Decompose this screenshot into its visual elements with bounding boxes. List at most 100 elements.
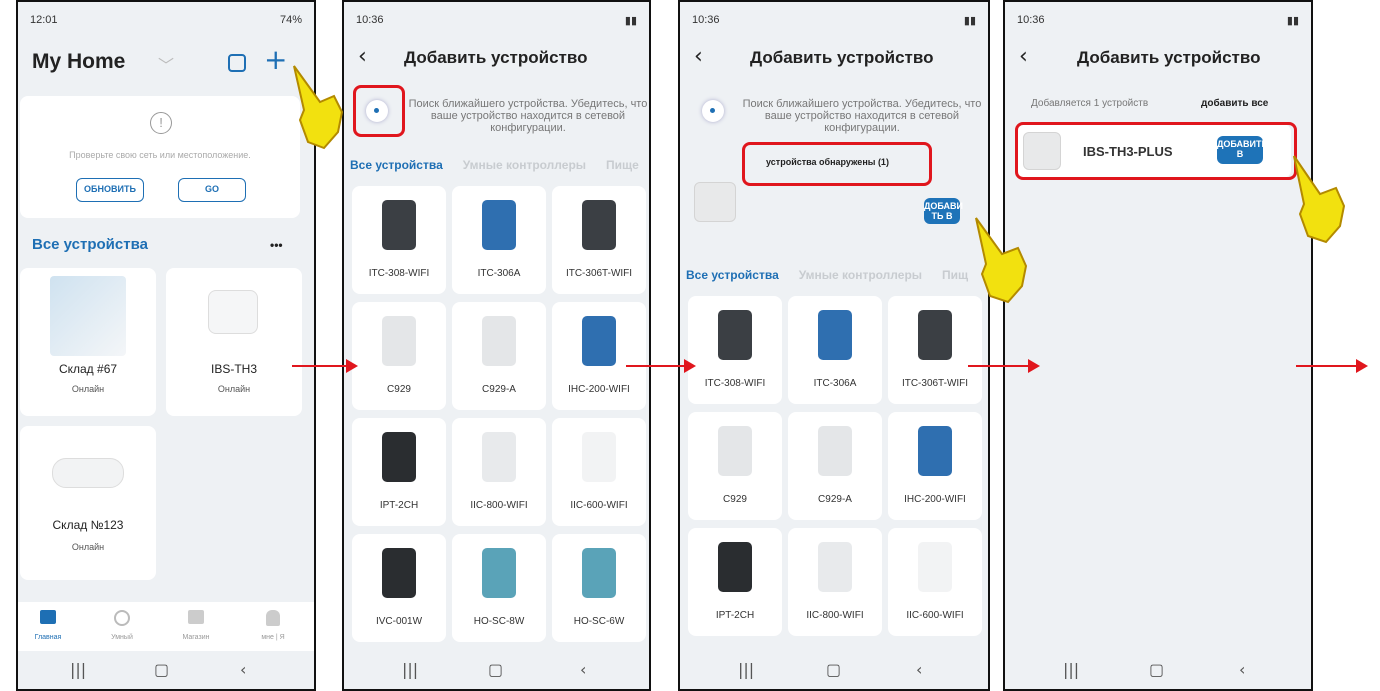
device-tile-label: C929-A bbox=[482, 384, 516, 395]
device-tile[interactable]: ITC-306A bbox=[452, 186, 546, 294]
tab-food[interactable]: Пищ bbox=[942, 268, 968, 282]
device-tile[interactable]: IIC-600-WIFI bbox=[552, 418, 646, 526]
search-hint: Поиск ближайшего устройства. Убедитесь, … bbox=[408, 98, 648, 134]
more-icon[interactable]: ••• bbox=[270, 238, 283, 252]
device-image bbox=[718, 542, 752, 592]
device-tile-label: C929 bbox=[387, 384, 411, 395]
device-tile[interactable]: C929 bbox=[688, 412, 782, 520]
phone-screen-home: 12:01 74% My Home ﹀ + ! Проверьте свою с… bbox=[16, 0, 316, 691]
home-title[interactable]: My Home bbox=[32, 50, 125, 74]
tab-all-devices[interactable]: Все устройства bbox=[350, 158, 443, 172]
highlight-box bbox=[742, 142, 932, 186]
device-tile-label: IIC-600-WIFI bbox=[570, 500, 628, 511]
device-tile-label: ITC-306A bbox=[813, 378, 857, 389]
device-name: IBS-TH3 bbox=[210, 362, 257, 376]
device-image bbox=[382, 316, 416, 366]
device-image bbox=[382, 548, 416, 598]
device-tile[interactable]: ITC-308-WIFI bbox=[352, 186, 446, 294]
status-bar: 12:01 74% bbox=[18, 10, 314, 30]
tab-home[interactable]: Главная bbox=[26, 610, 70, 641]
device-tile-label: IIC-800-WIFI bbox=[470, 500, 528, 511]
add-device-button[interactable]: ДОБАВИ ТЬ В bbox=[924, 198, 963, 224]
back-nav-icon[interactable]: ‹ bbox=[240, 660, 246, 679]
device-image bbox=[918, 310, 952, 360]
recents-icon[interactable]: ||| bbox=[1063, 660, 1079, 679]
recents-icon[interactable]: ||| bbox=[70, 660, 86, 679]
add-all-link[interactable]: добавить все bbox=[1201, 98, 1268, 109]
device-tile[interactable]: IIC-800-WIFI bbox=[452, 418, 546, 526]
device-tile[interactable]: IIC-600-WIFI bbox=[888, 528, 982, 636]
device-tile[interactable]: HO-SC-8W bbox=[452, 534, 546, 642]
tab-smart-controllers[interactable]: Умные контроллеры bbox=[463, 158, 586, 172]
tab-food[interactable]: Пище bbox=[606, 158, 639, 172]
home-nav-icon[interactable]: ▢ bbox=[154, 660, 169, 679]
back-nav-icon[interactable]: ‹ bbox=[916, 660, 922, 679]
device-tile[interactable]: IHC-200-WIFI bbox=[888, 412, 982, 520]
device-tile[interactable]: C929-A bbox=[452, 302, 546, 410]
device-tile[interactable]: IPT-2CH bbox=[688, 528, 782, 636]
device-card[interactable]: Склад #67 Онлайн bbox=[20, 268, 156, 416]
device-image bbox=[482, 200, 516, 250]
device-image bbox=[582, 432, 616, 482]
device-image bbox=[918, 426, 952, 476]
device-image bbox=[918, 542, 952, 592]
status-time: 10:36 bbox=[356, 14, 384, 26]
tab-smart[interactable]: Умный bbox=[100, 610, 144, 641]
device-tile-label: ITC-308-WIFI bbox=[704, 378, 766, 389]
device-tile[interactable]: IPT-2CH bbox=[352, 418, 446, 526]
signal-icon: ▮▮ bbox=[624, 15, 637, 27]
device-tile[interactable]: IHC-200-WIFI bbox=[552, 302, 646, 410]
device-image bbox=[482, 432, 516, 482]
back-icon[interactable]: ‹ bbox=[694, 44, 703, 69]
home-nav-icon[interactable]: ▢ bbox=[488, 660, 503, 679]
pointer-hand-icon bbox=[293, 65, 344, 150]
sensor-image bbox=[208, 290, 258, 334]
page-title: Добавить устройство bbox=[404, 48, 588, 67]
back-nav-icon[interactable]: ‹ bbox=[1239, 660, 1245, 679]
page-title: Добавить устройство bbox=[750, 48, 934, 67]
tab-smart-controllers[interactable]: Умные контроллеры bbox=[799, 268, 922, 282]
device-tile[interactable]: ITC-308-WIFI bbox=[688, 296, 782, 404]
tab-shop[interactable]: Магазин bbox=[174, 610, 218, 641]
device-card[interactable]: IBS-TH3 Онлайн bbox=[166, 268, 302, 416]
device-image bbox=[718, 426, 752, 476]
chevron-down-icon[interactable]: ﹀ bbox=[158, 52, 174, 76]
device-tile[interactable]: HO-SC-6W bbox=[552, 534, 646, 642]
device-tile[interactable]: ITC-306T-WIFI bbox=[888, 296, 982, 404]
home-nav-icon[interactable]: ▢ bbox=[826, 660, 841, 679]
go-button[interactable]: GO bbox=[178, 178, 246, 202]
device-tile[interactable]: C929 bbox=[352, 302, 446, 410]
device-photo bbox=[50, 276, 126, 356]
page-title: Добавить устройство bbox=[1077, 48, 1261, 67]
device-tile[interactable]: IVC-001W bbox=[352, 534, 446, 642]
device-tile-label: IPT-2CH bbox=[715, 610, 755, 621]
signal-icon: ▮▮ bbox=[1286, 15, 1299, 27]
refresh-button[interactable]: ОБНОВИТЬ bbox=[76, 178, 144, 202]
device-tile[interactable]: ITC-306T-WIFI bbox=[552, 186, 646, 294]
back-nav-icon[interactable]: ‹ bbox=[580, 660, 586, 679]
device-name: Склад #67 bbox=[58, 362, 118, 376]
recents-icon[interactable]: ||| bbox=[402, 660, 418, 679]
tab-all-devices[interactable]: Все устройства bbox=[686, 268, 779, 282]
flow-arrow bbox=[1296, 359, 1368, 373]
device-tile[interactable]: ITC-306A bbox=[788, 296, 882, 404]
scan-icon[interactable] bbox=[228, 54, 246, 72]
back-icon[interactable]: ‹ bbox=[1019, 44, 1028, 69]
system-nav-bar: ||| ▢ ‹ bbox=[680, 651, 988, 689]
bottom-tab-bar: Главная Умный Магазин мне | Я bbox=[18, 602, 314, 654]
status-bar: 10:36 ▮▮ bbox=[344, 10, 649, 30]
section-title: Все устройства bbox=[32, 236, 148, 253]
device-tile-label: C929 bbox=[723, 494, 747, 505]
device-tile[interactable]: IIC-800-WIFI bbox=[788, 528, 882, 636]
phone-screen-device-found: 10:36 ▮▮ ‹ Добавить устройство Поиск бли… bbox=[678, 0, 990, 691]
tab-me[interactable]: мне | Я bbox=[248, 610, 298, 641]
device-tile[interactable]: C929-A bbox=[788, 412, 882, 520]
home-nav-icon[interactable]: ▢ bbox=[1149, 660, 1164, 679]
device-card[interactable]: Склад №123 Онлайн bbox=[20, 426, 156, 580]
found-device-thumb[interactable] bbox=[694, 182, 736, 222]
tab-home-label: Главная bbox=[34, 634, 62, 641]
recents-icon[interactable]: ||| bbox=[738, 660, 754, 679]
add-device-plus-icon[interactable]: + bbox=[264, 46, 287, 74]
flow-arrow bbox=[968, 359, 1040, 373]
back-icon[interactable]: ‹ bbox=[358, 44, 367, 69]
